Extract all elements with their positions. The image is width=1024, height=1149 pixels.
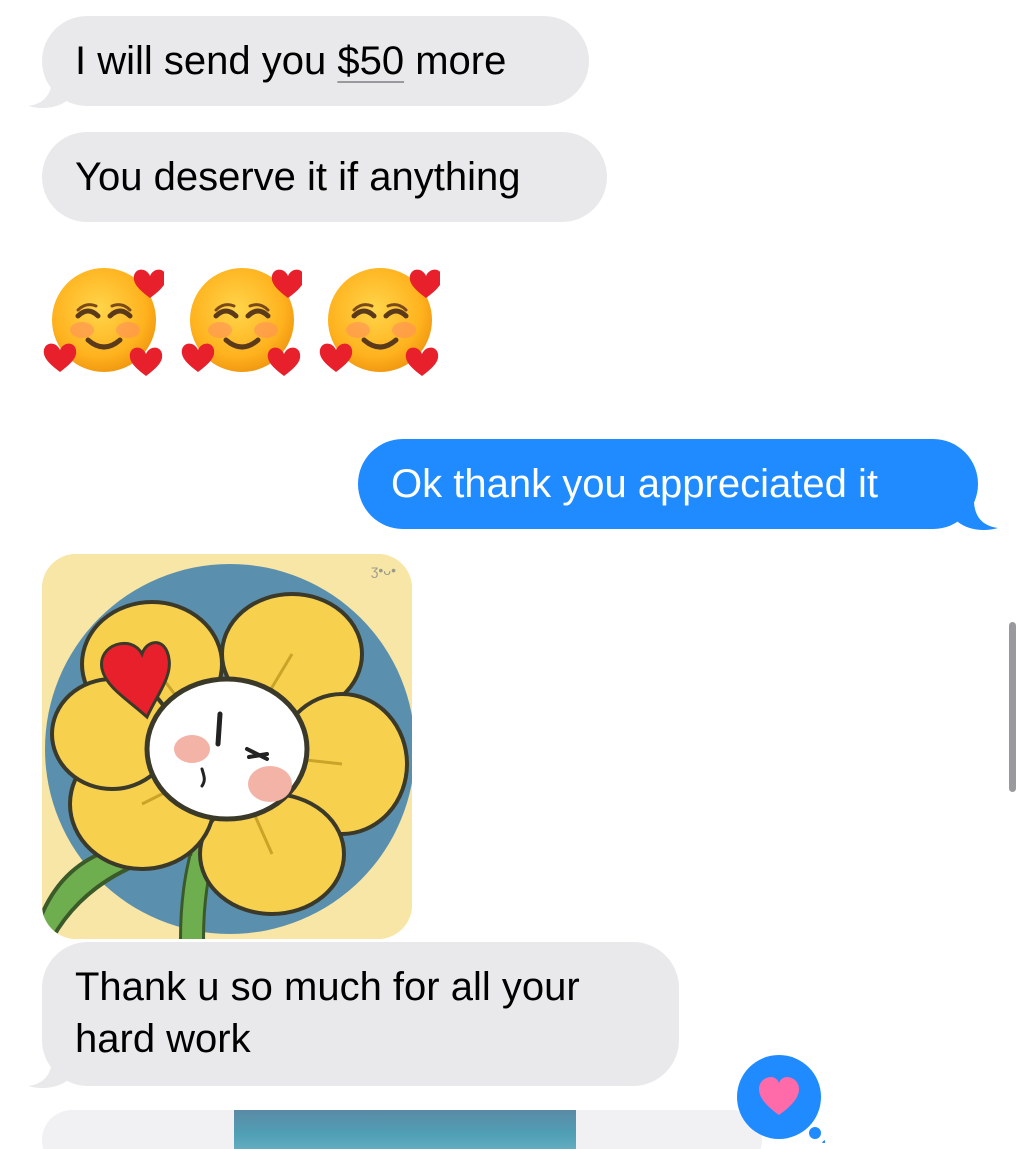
heart-reaction-badge[interactable] <box>735 1053 825 1143</box>
photo-thumbnail <box>234 1110 576 1149</box>
incoming-message-bubble[interactable]: Thank u so much for all your hard work <box>42 942 679 1086</box>
flower-with-heart-icon <box>42 554 412 939</box>
incoming-message-bubble[interactable]: You deserve it if anything <box>42 132 607 222</box>
message-text: Ok thank you appreciated it <box>391 462 878 506</box>
bubble-tail <box>958 500 998 530</box>
smiling-face-with-hearts-icon <box>319 268 440 376</box>
bubble-tail <box>28 78 68 108</box>
photo-message[interactable] <box>42 1110 762 1149</box>
outgoing-message-bubble[interactable]: Ok thank you appreciated it <box>358 439 978 529</box>
bubble-tail <box>28 1058 68 1088</box>
message-text-line: hard work <box>75 1017 251 1061</box>
message-text: You deserve it if anything <box>75 155 521 199</box>
message-text: I will send you <box>75 39 338 83</box>
message-thread: I will send you $50 more You deserve it … <box>0 0 1024 1149</box>
amount-link[interactable]: $50 <box>337 39 404 83</box>
emoji-message[interactable] <box>40 258 440 382</box>
scroll-indicator[interactable] <box>1009 622 1016 792</box>
message-text-line: Thank u so much for all your <box>75 965 580 1009</box>
flower-sticker[interactable]: ʒ•ᴗ• <box>42 554 412 939</box>
sticker-watermark: ʒ•ᴗ• <box>370 562 396 578</box>
smiling-face-with-hearts-icon <box>181 268 302 376</box>
message-text: more <box>404 39 507 83</box>
smiling-face-with-hearts-icon <box>43 268 164 376</box>
incoming-message-bubble[interactable]: I will send you $50 more <box>42 16 589 106</box>
